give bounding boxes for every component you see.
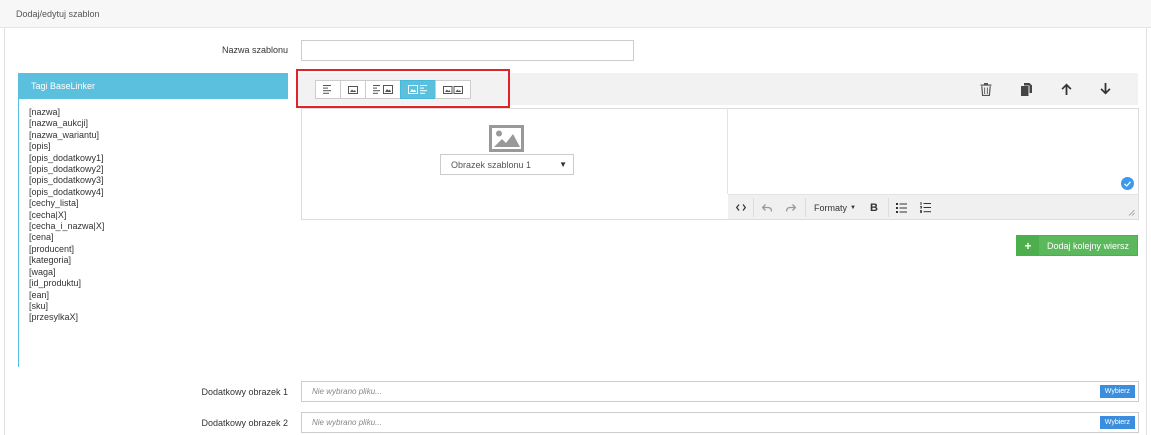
tag-item[interactable]: [opis_dodatkowy3]	[29, 175, 288, 186]
source-code-button[interactable]	[734, 200, 748, 215]
extra-image-2-field[interactable]: Nie wybrano pliku... Wybierz	[301, 412, 1139, 433]
template-image-select-value: Obrazek szablonu 1	[451, 160, 532, 170]
extra-image-2-label: Dodatkowy obrazek 2	[201, 418, 288, 428]
bold-button[interactable]: B	[867, 200, 881, 215]
toolbar-separator	[805, 198, 806, 217]
toolbar-separator	[753, 198, 754, 217]
formats-dropdown[interactable]: Formaty ▼	[813, 200, 857, 215]
text-editor-toolbar: Formaty ▼ B	[728, 194, 1138, 219]
numbered-list-button[interactable]	[918, 200, 932, 215]
tag-item[interactable]: [nazwa_wariantu]	[29, 130, 288, 141]
template-name-label: Nazwa szablonu	[221, 45, 288, 55]
tag-item[interactable]: [cena]	[29, 232, 288, 243]
arrow-up-icon	[1061, 83, 1071, 95]
add-row-button[interactable]: + Dodaj kolejny wiersz	[1016, 235, 1138, 256]
undo-button[interactable]	[760, 200, 774, 215]
choose-file-button[interactable]: Wybierz	[1099, 416, 1135, 429]
trash-icon	[980, 82, 992, 96]
tag-item[interactable]: [nazwa]	[29, 107, 288, 118]
numbered-list-icon	[919, 202, 931, 213]
tag-item[interactable]: [waga]	[29, 267, 288, 278]
layout-buttons-highlight	[296, 69, 510, 108]
redo-button[interactable]	[784, 200, 798, 215]
tag-item[interactable]: [id_produktu]	[29, 278, 288, 289]
tag-item[interactable]: [opis_dodatkowy2]	[29, 164, 288, 175]
plus-icon: +	[1017, 236, 1039, 255]
choose-file-button[interactable]: Wybierz	[1099, 385, 1135, 398]
extra-image-1-label: Dodatkowy obrazek 1	[201, 387, 288, 397]
tag-item[interactable]: [nazwa_aukcji]	[29, 118, 288, 129]
tag-item[interactable]: [przesylkaX]	[29, 312, 288, 323]
toolbar-separator	[888, 198, 889, 217]
tags-list: [nazwa] [nazwa_aukcji] [nazwa_wariantu] [op…	[19, 99, 288, 324]
move-row-up-button[interactable]	[1058, 81, 1074, 97]
file-placeholder: Nie wybrano pliku...	[312, 418, 382, 427]
resize-grip-icon[interactable]	[1128, 209, 1135, 216]
page-header: Dodaj/edytuj szablon	[0, 0, 1151, 28]
template-name-input[interactable]	[301, 40, 634, 61]
image-block	[489, 125, 524, 154]
tag-item[interactable]: [opis]	[29, 141, 288, 152]
left-border	[4, 28, 5, 435]
code-icon	[736, 204, 746, 211]
tag-item[interactable]: [producent]	[29, 244, 288, 255]
tag-item[interactable]: [kategoria]	[29, 255, 288, 266]
move-row-down-button[interactable]	[1097, 81, 1113, 97]
tag-item[interactable]: [ean]	[29, 290, 288, 301]
tag-item[interactable]: [cecha_i_nazwa|X]	[29, 221, 288, 232]
tag-item[interactable]: [opis_dodatkowy1]	[29, 153, 288, 164]
tag-item[interactable]: [cechy_lista]	[29, 198, 288, 209]
bullet-list-button[interactable]	[894, 200, 908, 215]
caret-down-icon: ▼	[850, 204, 856, 211]
delete-row-button[interactable]	[978, 81, 994, 97]
spellcheck-check-icon[interactable]	[1121, 177, 1134, 190]
caret-down-icon: ▼	[559, 160, 567, 169]
template-image-select[interactable]: Obrazek szablonu 1 ▼	[440, 154, 574, 175]
image-placeholder-icon	[489, 125, 524, 152]
bullet-list-icon	[895, 202, 907, 213]
copy-row-button[interactable]	[1018, 81, 1034, 97]
tags-panel-title: Tagi BaseLinker	[19, 73, 288, 99]
tag-item[interactable]: [cecha|X]	[29, 210, 288, 221]
tag-item[interactable]: [sku]	[29, 301, 288, 312]
add-row-label: Dodaj kolejny wiersz	[1047, 241, 1130, 251]
tags-panel: Tagi BaseLinker [nazwa] [nazwa_aukcji] [na…	[18, 73, 288, 367]
file-placeholder: Nie wybrano pliku...	[312, 387, 382, 396]
tag-item[interactable]: [opis_dodatkowy4]	[29, 187, 288, 198]
page-title: Dodaj/edytuj szablon	[16, 9, 100, 19]
copy-icon	[1020, 82, 1032, 96]
undo-icon	[762, 203, 772, 212]
formats-label: Formaty	[814, 202, 848, 213]
extra-image-1-field[interactable]: Nie wybrano pliku... Wybierz	[301, 381, 1139, 402]
right-border	[1146, 28, 1147, 435]
redo-icon	[786, 203, 796, 212]
column-divider	[727, 108, 728, 194]
arrow-down-icon	[1100, 83, 1110, 95]
